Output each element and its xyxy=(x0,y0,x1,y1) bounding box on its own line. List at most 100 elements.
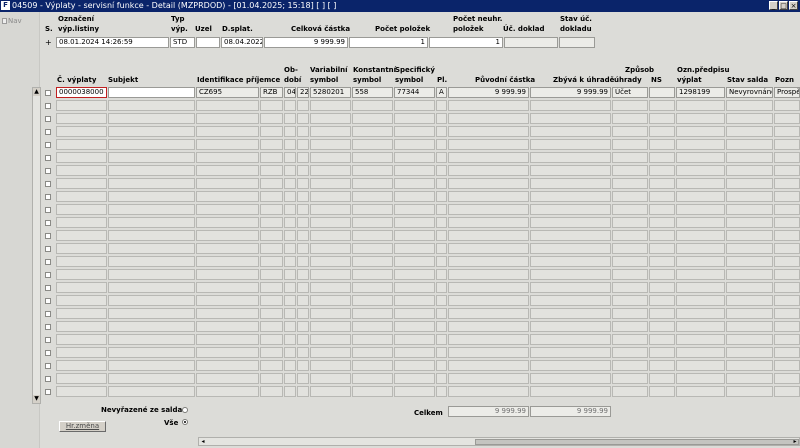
c-vyplaty-cell[interactable]: 0000038000 xyxy=(56,87,107,98)
table-cell[interactable] xyxy=(284,360,296,371)
table-cell[interactable] xyxy=(726,217,773,228)
table-cell[interactable] xyxy=(56,165,107,176)
neuhr-field[interactable]: 1 xyxy=(429,37,503,48)
dsplat-field[interactable]: 08.04.2022 xyxy=(221,37,263,48)
table-cell[interactable] xyxy=(676,373,725,384)
table-cell[interactable] xyxy=(649,178,675,189)
table-cell[interactable] xyxy=(56,334,107,345)
table-cell[interactable] xyxy=(310,139,351,150)
table-cell[interactable] xyxy=(530,139,611,150)
table-cell[interactable] xyxy=(649,113,675,124)
table-cell[interactable] xyxy=(649,217,675,228)
table-cell[interactable] xyxy=(649,269,675,280)
table-cell[interactable] xyxy=(297,139,309,150)
table-cell[interactable] xyxy=(394,256,435,267)
table-cell[interactable] xyxy=(394,191,435,202)
table-cell[interactable] xyxy=(436,386,447,397)
table-cell[interactable] xyxy=(310,295,351,306)
specificky-cell[interactable]: 77344 xyxy=(394,87,435,98)
table-vertical-scrollbar[interactable]: ▲ ▼ xyxy=(32,87,41,404)
table-cell[interactable] xyxy=(352,386,393,397)
table-cell[interactable] xyxy=(530,126,611,137)
table-cell[interactable] xyxy=(297,178,309,189)
table-cell[interactable] xyxy=(394,334,435,345)
table-cell[interactable] xyxy=(297,347,309,358)
table-cell[interactable] xyxy=(310,256,351,267)
table-cell[interactable] xyxy=(108,152,195,163)
table-cell[interactable] xyxy=(56,191,107,202)
table-cell[interactable] xyxy=(436,360,447,371)
table-cell[interactable] xyxy=(260,334,283,345)
table-cell[interactable] xyxy=(612,308,648,319)
table-cell[interactable] xyxy=(196,243,259,254)
table-cell[interactable] xyxy=(284,100,296,111)
row-select-checkbox[interactable] xyxy=(45,168,51,174)
table-cell[interactable] xyxy=(260,165,283,176)
table-cell[interactable] xyxy=(56,178,107,189)
table-cell[interactable] xyxy=(436,373,447,384)
table-cell[interactable] xyxy=(774,139,800,150)
table-cell[interactable] xyxy=(394,269,435,280)
table-cell[interactable] xyxy=(676,178,725,189)
table-cell[interactable] xyxy=(612,282,648,293)
table-cell[interactable] xyxy=(726,178,773,189)
table-cell[interactable] xyxy=(310,282,351,293)
table-cell[interactable] xyxy=(352,204,393,215)
table-cell[interactable] xyxy=(394,321,435,332)
row-select-checkbox[interactable] xyxy=(45,207,51,213)
table-cell[interactable] xyxy=(774,191,800,202)
table-cell[interactable] xyxy=(56,217,107,228)
stav-salda-cell[interactable]: Nevyrovnáno xyxy=(726,87,773,98)
scroll-down-icon[interactable]: ▼ xyxy=(33,395,40,403)
table-cell[interactable] xyxy=(352,334,393,345)
table-cell[interactable] xyxy=(676,204,725,215)
table-cell[interactable] xyxy=(726,269,773,280)
table-cell[interactable] xyxy=(676,295,725,306)
table-cell[interactable] xyxy=(297,165,309,176)
table-cell[interactable] xyxy=(310,334,351,345)
table-cell[interactable] xyxy=(196,139,259,150)
table-cell[interactable] xyxy=(774,295,800,306)
table-cell[interactable] xyxy=(676,191,725,202)
table-cell[interactable] xyxy=(260,360,283,371)
variabilni-cell[interactable]: 5280201 xyxy=(310,87,351,98)
table-cell[interactable] xyxy=(260,347,283,358)
table-cell[interactable] xyxy=(108,308,195,319)
table-cell[interactable] xyxy=(56,282,107,293)
table-cell[interactable] xyxy=(612,373,648,384)
table-cell[interactable] xyxy=(394,204,435,215)
table-cell[interactable] xyxy=(436,204,447,215)
table-cell[interactable] xyxy=(448,360,529,371)
table-cell[interactable] xyxy=(56,347,107,358)
table-cell[interactable] xyxy=(612,165,648,176)
table-cell[interactable] xyxy=(108,256,195,267)
table-cell[interactable] xyxy=(260,256,283,267)
close-button[interactable]: × xyxy=(789,1,798,10)
row-select-checkbox[interactable] xyxy=(45,220,51,226)
table-cell[interactable] xyxy=(530,360,611,371)
table-cell[interactable] xyxy=(612,347,648,358)
table-cell[interactable] xyxy=(310,126,351,137)
row-select-checkbox[interactable] xyxy=(45,285,51,291)
table-cell[interactable] xyxy=(56,139,107,150)
maximize-button[interactable]: □ xyxy=(779,1,788,10)
table-cell[interactable] xyxy=(108,386,195,397)
table-cell[interactable] xyxy=(774,386,800,397)
table-cell[interactable] xyxy=(297,217,309,228)
table-cell[interactable] xyxy=(284,191,296,202)
table-cell[interactable] xyxy=(448,100,529,111)
table-cell[interactable] xyxy=(352,139,393,150)
table-cell[interactable] xyxy=(56,100,107,111)
table-cell[interactable] xyxy=(297,256,309,267)
table-cell[interactable] xyxy=(56,204,107,215)
table-cell[interactable] xyxy=(676,113,725,124)
pl-cell[interactable]: A xyxy=(436,87,447,98)
table-cell[interactable] xyxy=(310,100,351,111)
table-cell[interactable] xyxy=(260,386,283,397)
table-cell[interactable] xyxy=(352,256,393,267)
table-cell[interactable] xyxy=(448,386,529,397)
table-cell[interactable] xyxy=(284,230,296,241)
table-cell[interactable] xyxy=(612,230,648,241)
table-cell[interactable] xyxy=(260,217,283,228)
table-cell[interactable] xyxy=(196,230,259,241)
